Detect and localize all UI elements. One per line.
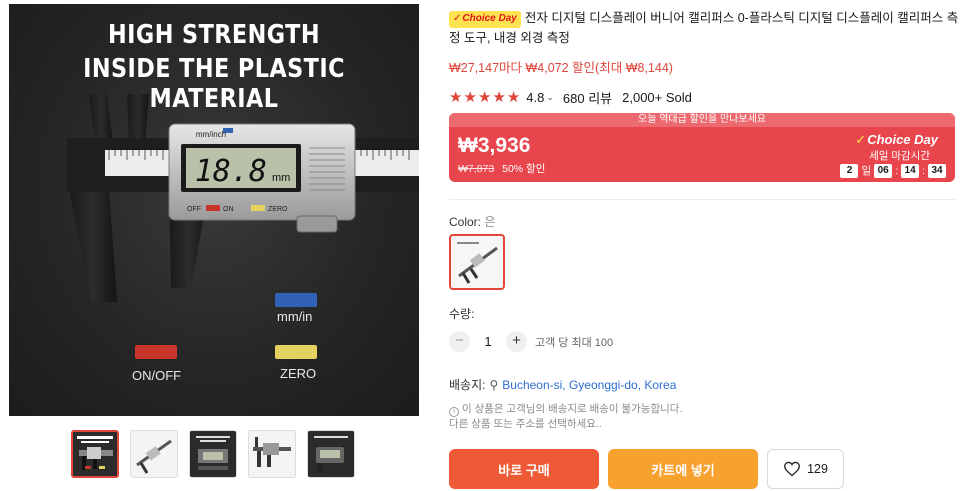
star-icon: ★ [463,89,477,106]
checkmark-icon: ✓ [855,132,867,147]
quantity-stepper: − 1 + 고객 당 최대 100 [449,331,613,352]
quantity-increase-button[interactable]: + [506,331,527,352]
review-count-link[interactable]: 680 리뷰 [563,88,612,107]
shipping-location-link[interactable]: Bucheon-si, Gyeonggi-do, Korea [502,378,676,392]
countdown-separator: : [895,164,899,177]
quantity-value[interactable]: 1 [470,334,506,349]
shipping-label: 배송지: [449,378,486,392]
caliper-variant-icon [457,242,498,284]
countdown-seconds: 34 [928,163,946,178]
chevron-down-icon[interactable]: ⌄ [546,92,554,103]
purchase-actions: 바로 구매 카트에 넣기 129 [449,449,844,489]
star-icon: ★ [477,89,492,106]
countdown-timer: 2 일 06 : 14 : 34 [840,163,946,178]
countdown-separator: : [922,164,925,177]
rating-value[interactable]: 4.8 [526,90,544,105]
image-headline-line1: HIGH STRENGTH [108,20,320,50]
unit-tag-text: mm/inch [196,130,226,139]
section-divider [449,199,955,200]
countdown-minutes: 14 [901,163,920,178]
zero-caption: ZERO [280,366,317,381]
countdown-days: 2 [840,163,859,178]
caliper-thumb-icon [253,437,291,467]
location-pin-icon: ⚲ [489,377,499,392]
star-icon: ★ [492,89,506,106]
add-to-cart-button[interactable]: 카트에 넣기 [608,449,758,489]
buy-now-button[interactable]: 바로 구매 [449,449,599,489]
choice-day-logo: ✓Choice Day [855,132,938,147]
thumbnail-3[interactable] [189,430,237,478]
caliper-thumb-icon [77,436,113,470]
info-icon: i [449,407,459,417]
star-rating: ★ ★ ★ ★ ★ [449,90,520,105]
deadline-label: 세일 마감시간 [869,150,930,162]
countdown-day-unit: 일 [861,165,872,177]
quantity-label: 수량: [449,307,475,321]
lcd-reading: 18.8 [195,154,267,189]
thumbnail-5[interactable] [307,430,355,478]
on-off-button-swatch [135,345,177,359]
shipping-warning: i이 상품은 고객님의 배송지로 배송이 불가능합니다. 다른 상품 또는 주소… [449,403,683,430]
deal-banner: 오늘 역대급 할인을 만나보세요 [449,113,955,127]
thumbnail-strip [71,430,355,478]
checkmark-icon: ✓ [453,13,462,24]
quantity-decrease-button[interactable]: − [449,331,470,352]
product-title-text: 전자 디지털 디스플레이 버니어 캘리퍼스 0-플라스틱 디지털 디스플레이 캘… [449,11,959,45]
main-product-image[interactable]: HIGH STRENGTH INSIDE THE PLASTIC MATERIA… [9,4,419,416]
sold-count: 2,000+ Sold [622,90,692,105]
price-discount-info: ₩7,873 50% 할인 [458,161,545,176]
rating-row: ★ ★ ★ ★ ★ 4.8 ⌄ 680 리뷰 2,000+ Sold [449,88,692,107]
zero-button-swatch [275,345,317,359]
caliper-illustration: mm/inch 18.8 mm OFF ON ZERO [67,94,419,302]
panel-on-text: ON [223,206,234,213]
shipping-row: 배송지: ⚲ Bucheon-si, Gyeonggi-do, Korea [449,376,676,393]
mm-inch-caption: mm/in [277,309,313,324]
thumbnail-1[interactable] [71,430,119,478]
discount-percent: 50% 할인 [502,163,546,175]
choice-day-badge: ✓ Choice Day [449,10,521,28]
original-price: ₩7,873 [458,163,495,175]
panel-off-text: OFF [187,206,201,213]
coupon-promo-text[interactable]: ₩27,147마다 ₩4,072 할인(최대 ₩8,144) [449,57,673,76]
sale-price: ₩3,936 [458,134,531,157]
thumbnail-4[interactable] [248,430,296,478]
panel-zero-text: ZERO [268,206,288,213]
quantity-limit-text: 고객 당 최대 100 [535,336,614,349]
heart-icon [784,461,800,477]
choice-day-deal-box: 오늘 역대급 할인을 만나보세요 ₩3,936 ₩7,873 50% 할인 ✓C… [449,113,955,182]
lcd-unit: mm [272,172,290,184]
thumbnail-2[interactable] [130,430,178,478]
color-label: Color: 은 [449,215,496,229]
caliper-thumb-icon [314,436,348,473]
caliper-thumb-icon [196,436,230,470]
wishlist-button[interactable]: 129 [767,449,844,489]
countdown-hours: 06 [874,163,893,178]
color-option-silver[interactable] [449,234,505,290]
on-off-caption: ON/OFF [132,368,182,383]
wishlist-count: 129 [807,462,828,476]
star-icon: ★ [449,89,463,106]
caliper-thumb-icon [136,439,172,474]
mm-inch-button-swatch [275,293,317,307]
star-icon: ★ [506,89,521,106]
product-title: ✓ Choice Day 전자 디지털 디스플레이 버니어 캘리퍼스 0-플라스틱 … [449,8,959,48]
selected-color-value: 은 [484,215,496,229]
